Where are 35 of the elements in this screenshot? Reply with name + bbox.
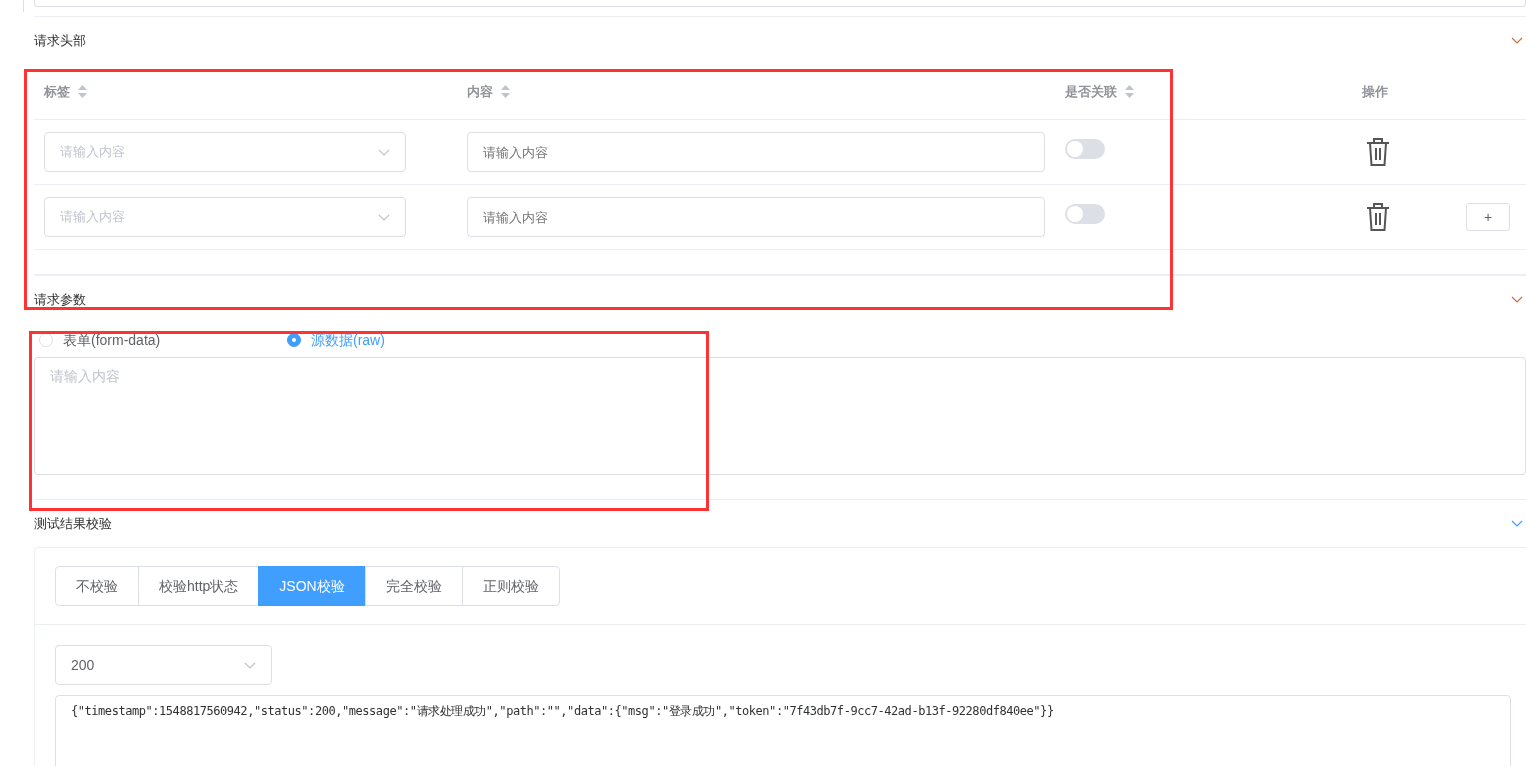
chevron-down-icon[interactable] <box>244 661 256 669</box>
trash-icon[interactable] <box>1366 138 1390 166</box>
section-header[interactable]: 请求头部 <box>34 16 1526 64</box>
select-value: 200 <box>71 655 95 675</box>
radio-option[interactable]: 表单(form-data) <box>34 329 282 351</box>
code-text: {"timestamp":1548817560942,"status":200,"message":"请求处理成功","path":"","data":{"msg":"登录成功","token":"7f43db7f-9cc7-42ad-b13f-92280df840ee"}} <box>55 695 1511 766</box>
chevron-down-icon[interactable] <box>1511 520 1523 527</box>
text-field[interactable] <box>34 0 1526 7</box>
chevron-down-icon[interactable] <box>378 148 390 156</box>
chevron-down-icon[interactable] <box>378 213 390 221</box>
placeholder-text: 请输入内容 <box>60 208 125 227</box>
toggle-switch[interactable] <box>1065 139 1105 159</box>
chevron-down-icon[interactable] <box>1511 37 1523 44</box>
section-header[interactable]: 测试结果校验 <box>34 499 1526 547</box>
column-header: 内容 <box>467 82 493 101</box>
trash-icon[interactable] <box>1366 203 1390 231</box>
chevron-down-icon[interactable] <box>1511 296 1523 303</box>
input-field[interactable]: 请输入内容 <box>467 132 1045 172</box>
column-header: 操作 <box>1362 82 1388 101</box>
section-title: 请求头部 <box>34 31 86 50</box>
section-title: 请求参数 <box>34 290 86 309</box>
section-header[interactable]: 请求参数 <box>34 275 1526 323</box>
tab[interactable]: 完全校验 <box>364 566 463 606</box>
section-title: 测试结果校验 <box>34 514 112 533</box>
placeholder-text: 请输入内容 <box>60 143 125 162</box>
input-field[interactable]: 请输入内容 <box>467 197 1045 237</box>
text-area[interactable]: 请输入内容 <box>34 357 1526 475</box>
add-button[interactable]: + <box>1466 203 1510 231</box>
toggle-switch[interactable] <box>1065 204 1105 224</box>
tab[interactable]: 不校验 <box>55 566 139 606</box>
tab[interactable]: 校验http状态 <box>138 566 260 606</box>
column-header: 是否关联 <box>1065 82 1117 101</box>
column-header: 标签 <box>44 82 70 101</box>
tab[interactable]: 正则校验 <box>461 566 560 606</box>
select-field[interactable]: 200 <box>55 645 272 685</box>
